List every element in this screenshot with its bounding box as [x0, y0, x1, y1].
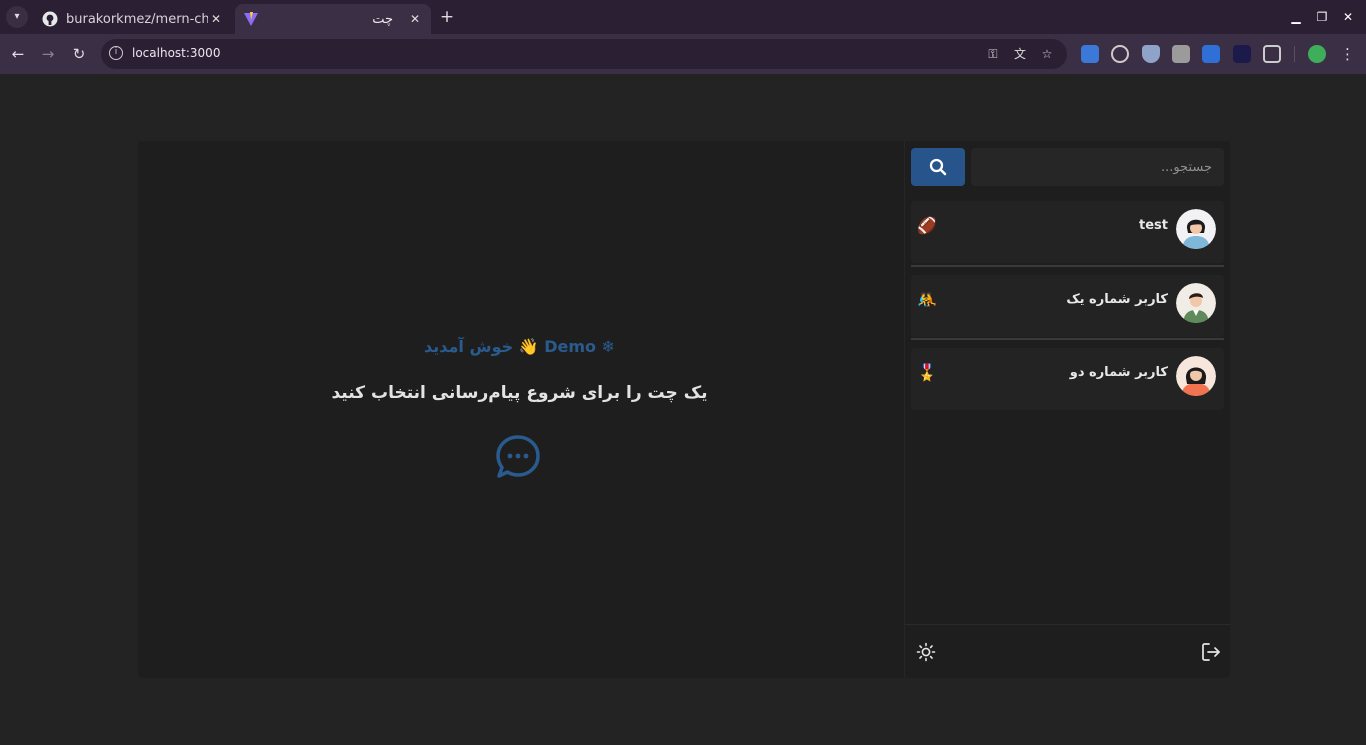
- welcome-panel: خوش آمدید 👋 Demo ❄ یک چت را برای شروع پی…: [138, 141, 901, 678]
- search-icon: [929, 158, 947, 176]
- browser-tab-github[interactable]: burakorkmez/mern-chat ✕: [34, 4, 232, 34]
- new-tab-button[interactable]: +: [438, 7, 456, 27]
- conversation-item[interactable]: کاربر شماره دو 🎖️: [911, 348, 1224, 410]
- extension-icon[interactable]: [1081, 45, 1099, 63]
- avatar: [1176, 209, 1216, 249]
- url-text: localhost:3000: [132, 46, 221, 60]
- welcome-subtitle: یک چت را برای شروع پیام‌رسانی انتخاب کنی…: [331, 383, 708, 403]
- extension-icon[interactable]: [1111, 45, 1129, 63]
- conversation-item[interactable]: کاربر شماره یک 🤼: [911, 275, 1224, 337]
- divider: [911, 265, 1224, 267]
- restore-button[interactable]: ❐: [1313, 8, 1331, 26]
- tab-title: burakorkmez/mern-chat: [66, 11, 208, 27]
- forward-button[interactable]: →: [37, 43, 59, 65]
- tab-title: چت: [372, 11, 393, 27]
- sidebar-footer: [905, 624, 1231, 678]
- browser-toolbar: ← → ↻ i localhost:3000 ⚿ 文 ☆ ⋮: [0, 34, 1366, 74]
- toolbar-separator: [1294, 46, 1295, 62]
- profile-avatar[interactable]: [1308, 45, 1326, 63]
- contact-name: کاربر شماره یک: [1066, 292, 1168, 307]
- browser-menu-icon[interactable]: ⋮: [1340, 44, 1355, 64]
- chat-bubble-icon: [496, 435, 540, 478]
- browser-tab-chat[interactable]: چت ✕: [235, 4, 431, 34]
- address-bar[interactable]: i localhost:3000 ⚿ 文 ☆: [101, 39, 1067, 69]
- contact-emoji: 🎖️: [917, 363, 937, 382]
- contact-name: کاربر شماره دو: [1069, 365, 1168, 380]
- extensions-puzzle-icon[interactable]: [1263, 45, 1281, 63]
- contact-emoji: 🏈: [917, 216, 937, 235]
- chat-app: خوش آمدید 👋 Demo ❄ یک چت را برای شروع پی…: [138, 141, 1231, 678]
- logout-icon[interactable]: [1201, 642, 1221, 662]
- tab-search-button[interactable]: ▾: [6, 6, 28, 28]
- vite-icon: [243, 11, 259, 27]
- camera-icon[interactable]: [1172, 45, 1190, 63]
- shield-icon[interactable]: [1142, 45, 1160, 63]
- welcome-title: خوش آمدید 👋 Demo ❄: [424, 337, 615, 356]
- avatar: [1176, 283, 1216, 323]
- theme-toggle-icon[interactable]: [916, 642, 936, 662]
- conversation-item[interactable]: test 🏈: [911, 201, 1224, 263]
- back-button[interactable]: ←: [7, 43, 29, 65]
- reload-button[interactable]: ↻: [68, 43, 90, 65]
- close-window-button[interactable]: ✕: [1339, 8, 1357, 26]
- close-tab-icon[interactable]: ✕: [208, 12, 224, 26]
- close-tab-icon[interactable]: ✕: [407, 12, 423, 26]
- browser-tabbar: ▾ burakorkmez/mern-chat ✕ چت ✕ + ▁ ❐ ✕: [0, 0, 1366, 34]
- avatar: [1176, 356, 1216, 396]
- contact-emoji: 🤼: [917, 290, 937, 309]
- divider: [911, 338, 1224, 340]
- password-key-icon[interactable]: ⚿: [985, 46, 1001, 62]
- bookmark-star-icon[interactable]: ☆: [1039, 46, 1055, 62]
- search-button[interactable]: [911, 148, 965, 186]
- contact-name: test: [1139, 218, 1168, 233]
- site-info-icon[interactable]: i: [109, 46, 123, 60]
- github-icon: [42, 11, 58, 27]
- translate-icon[interactable]: 文: [1012, 46, 1028, 62]
- extension-icon[interactable]: [1202, 45, 1220, 63]
- sidebar: test 🏈 کاربر شماره یک 🤼: [904, 141, 1231, 678]
- extension-icon[interactable]: [1233, 45, 1251, 63]
- search-input[interactable]: [971, 148, 1224, 186]
- minimize-button[interactable]: ▁: [1287, 8, 1305, 26]
